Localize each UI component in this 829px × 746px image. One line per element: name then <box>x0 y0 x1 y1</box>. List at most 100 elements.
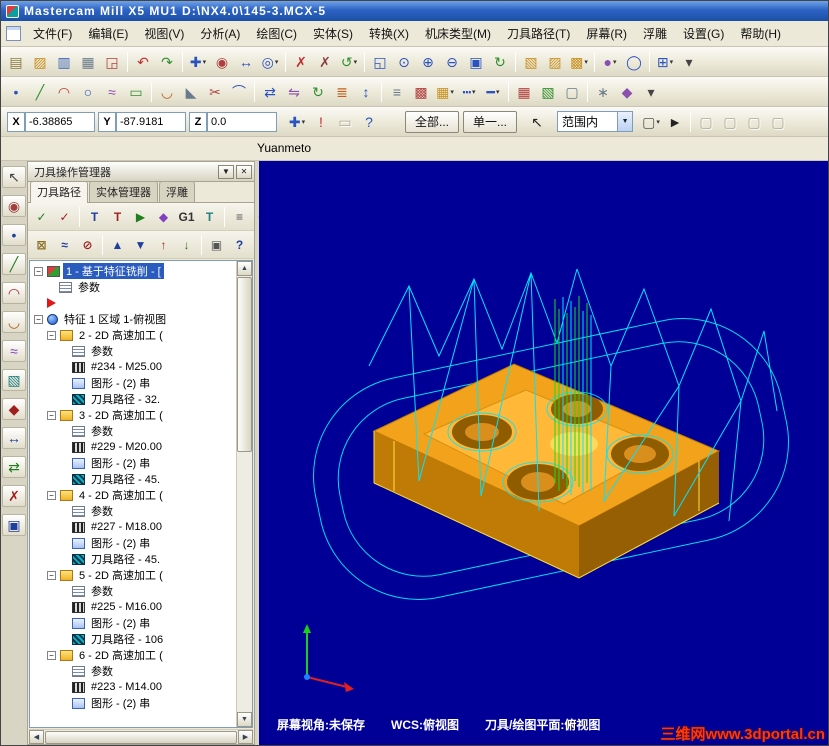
create-rectangle-icon[interactable]: ▭ <box>124 80 148 104</box>
dropdown-arrow-icon[interactable]: ▾ <box>584 58 588 66</box>
levels-manager-icon[interactable]: ≡ <box>385 80 409 104</box>
material-manager-icon[interactable]: ◆ <box>615 80 639 104</box>
select-single-button[interactable]: 单一... <box>463 110 518 133</box>
toolbar1-overflow-icon[interactable]: ▾ <box>677 50 701 74</box>
tree-item[interactable]: #229 - M20.00 <box>30 439 236 455</box>
dropdown-arrow-icon[interactable]: ▾ <box>354 58 358 66</box>
menu-item-4[interactable]: 分析(A) <box>192 22 248 45</box>
combo-dropdown-icon[interactable]: ▼ <box>617 112 633 131</box>
mru-analyze-icon[interactable]: ◉ <box>2 195 26 217</box>
tree-item[interactable]: − 6 - 2D 高速加工 ( <box>30 647 236 663</box>
zoom-out-icon[interactable]: ⊖ <box>440 50 464 74</box>
select-result-1-icon[interactable]: ▢ <box>694 110 718 134</box>
repaint-icon[interactable]: ↻ <box>488 50 512 74</box>
fillet-icon[interactable]: ◡ <box>155 80 179 104</box>
x-coordinate-label[interactable]: X <box>7 111 25 132</box>
analyze-dynamic-icon[interactable]: ◎ ▾ <box>258 50 282 74</box>
lock-operations-icon[interactable]: ⊠ <box>30 233 53 256</box>
chamfer-icon[interactable]: ◣ <box>179 80 203 104</box>
y-coordinate-label[interactable]: Y <box>98 111 116 132</box>
backplot-icon[interactable]: ▶ <box>129 205 152 228</box>
zoom-target-icon[interactable]: ⊙ <box>392 50 416 74</box>
tree-item[interactable]: − 4 - 2D 高速加工 ( <box>30 487 236 503</box>
insert-arrow-up-icon[interactable]: ↑ <box>152 233 175 256</box>
menu-item-13[interactable]: 帮助(H) <box>732 22 789 45</box>
tree-item[interactable]: 参数 <box>30 503 236 519</box>
machine-group-properties-icon[interactable]: ∗ <box>591 80 615 104</box>
undo-icon[interactable]: ↶ <box>131 50 155 74</box>
dropdown-arrow-icon[interactable]: ▾ <box>496 88 500 96</box>
tree-item[interactable]: 参数 <box>30 423 236 439</box>
menu-item-1[interactable]: 文件(F) <box>25 22 80 45</box>
create-line-icon[interactable]: ╱ <box>28 80 52 104</box>
xform-rotate-icon[interactable]: ↻ <box>306 80 330 104</box>
scroll-down-icon[interactable]: ▼ <box>237 712 252 727</box>
mru-point-icon[interactable]: • <box>2 224 26 246</box>
panel-close-button[interactable]: ✕ <box>236 164 252 179</box>
select-all-operations-icon[interactable]: ✓ <box>30 205 53 228</box>
mru-delete-icon[interactable]: ✗ <box>2 485 26 507</box>
vertical-scroll-thumb[interactable] <box>237 277 252 452</box>
feed-speeds-icon[interactable]: T <box>198 205 221 228</box>
xform-scale-icon[interactable]: ↕ <box>354 80 378 104</box>
autocursor-icon[interactable]: ✚ ▾ <box>186 50 210 74</box>
selection-range-combobox[interactable]: 范围内 ▼ <box>557 111 634 132</box>
toolpath-properties-icon[interactable]: ≡ <box>228 205 251 228</box>
ops-help-icon[interactable]: ? <box>228 233 251 256</box>
toolbar2-overflow-icon[interactable]: ▾ <box>639 80 663 104</box>
display-only-selected-icon[interactable]: ▣ <box>205 233 228 256</box>
mru-line-icon[interactable]: ╱ <box>2 253 26 275</box>
tree-collapse-icon[interactable]: − <box>47 330 56 340</box>
select-all-button[interactable]: 全部... <box>405 110 460 133</box>
join-entities-icon[interactable]: ⌒ <box>227 80 251 104</box>
tree-item[interactable]: 刀具路径 - 45. <box>30 471 236 487</box>
tree-collapse-icon[interactable]: − <box>47 410 56 420</box>
scroll-right-icon[interactable]: ▶ <box>238 730 253 744</box>
mru-arc-icon[interactable]: ◠ <box>2 282 26 304</box>
blank-entity-icon[interactable]: ▢ <box>560 80 584 104</box>
dropdown-arrow-icon[interactable]: ▾ <box>450 88 454 96</box>
zoom-in-icon[interactable]: ⊕ <box>416 50 440 74</box>
gview-front-icon[interactable]: ▨ <box>543 50 567 74</box>
tree-item[interactable]: 参数 <box>30 663 236 679</box>
open-file-icon[interactable]: ▨ <box>28 50 52 74</box>
toggle-toolpath-display-icon[interactable]: ≈ <box>53 233 76 256</box>
menu-item-7[interactable]: 转换(X) <box>361 22 417 45</box>
mru-surface-icon[interactable]: ▧ <box>2 369 26 391</box>
tree-item[interactable]: − 2 - 2D 高速加工 ( <box>30 327 236 343</box>
mru-screen-icon[interactable]: ▣ <box>2 514 26 536</box>
select-dirty-operations-icon[interactable]: ✓ <box>53 205 76 228</box>
trim-icon[interactable]: ✂ <box>203 80 227 104</box>
tab-3[interactable]: 浮雕 <box>159 181 195 202</box>
menu-item-5[interactable]: 绘图(C) <box>248 22 305 45</box>
tree-item[interactable]: #234 - M25.00 <box>30 359 236 375</box>
tree-item[interactable]: #225 - M16.00 <box>30 599 236 615</box>
undelete-icon[interactable]: ↺ ▾ <box>337 50 361 74</box>
menu-item-2[interactable]: 编辑(E) <box>80 22 136 45</box>
fit-screen-icon[interactable]: ▣ <box>464 50 488 74</box>
analyze-distance-icon[interactable]: ↔ <box>234 50 258 74</box>
create-point-icon[interactable]: • <box>4 80 28 104</box>
y-coordinate-input[interactable]: -87.9181 <box>116 111 186 132</box>
dropdown-arrow-icon[interactable]: ▾ <box>656 118 660 126</box>
tab-2[interactable]: 实体管理器 <box>89 181 158 202</box>
menu-item-3[interactable]: 视图(V) <box>136 22 192 45</box>
dropdown-arrow-icon[interactable]: ▾ <box>472 88 476 96</box>
x-coordinate-input[interactable]: -6.38865 <box>25 111 95 132</box>
viewport-layout-icon[interactable]: ⊞ ▾ <box>653 50 677 74</box>
tab-1[interactable]: 刀具路径 <box>30 181 88 203</box>
delete-duplicates-icon[interactable]: ✗ <box>313 50 337 74</box>
tree-item[interactable]: 刀具路径 - 106 <box>30 631 236 647</box>
tree-collapse-icon[interactable]: − <box>34 266 43 276</box>
grid-settings-icon[interactable]: ▦ <box>512 80 536 104</box>
select-result-2-icon[interactable]: ▢ <box>718 110 742 134</box>
create-circle-icon[interactable]: ○ <box>76 80 100 104</box>
tree-horizontal-scrollbar[interactable]: ◀ ▶ <box>29 729 253 744</box>
tree-item[interactable]: 参数 <box>30 583 236 599</box>
z-coordinate-label[interactable]: Z <box>189 111 207 132</box>
line-style-icon[interactable]: ┅ ▾ <box>457 80 481 104</box>
tree-collapse-icon[interactable]: − <box>47 650 56 660</box>
tree-item[interactable]: 刀具路径 - 45. <box>30 551 236 567</box>
redo-icon[interactable]: ↷ <box>155 50 179 74</box>
menu-item-11[interactable]: 浮雕 <box>635 22 675 45</box>
